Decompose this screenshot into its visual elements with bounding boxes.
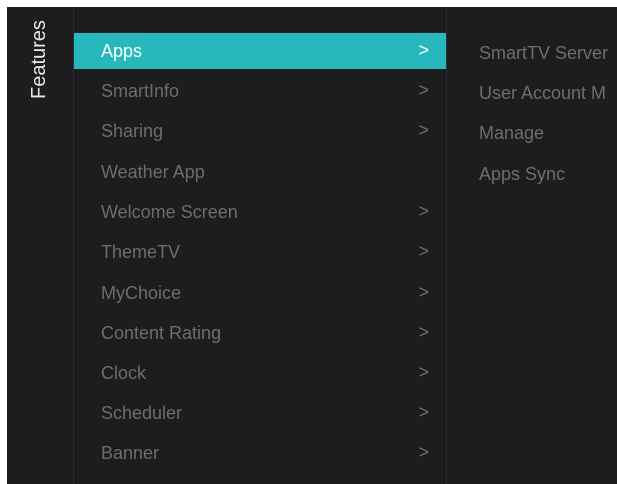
menu-item-label: Clock (101, 363, 147, 383)
menu-item-banner[interactable]: Banner > (74, 435, 446, 471)
menu-item-apps[interactable]: Apps > (74, 33, 446, 69)
menu-item-label: Weather App (101, 162, 205, 182)
menu-item-content-rating[interactable]: Content Rating > (74, 315, 446, 351)
menu-item-welcome-screen[interactable]: Welcome Screen > (74, 194, 446, 230)
menu-item-clock[interactable]: Clock > (74, 355, 446, 391)
chevron-right-icon: > (418, 362, 429, 382)
sidebar-title: Features (28, 20, 50, 99)
chevron-right-icon: > (418, 201, 429, 221)
chevron-right-icon: > (418, 282, 429, 302)
tv-settings-screen: Features Apps > SmartInfo > Sharing > We… (7, 7, 617, 484)
chevron-right-icon: > (418, 241, 429, 261)
menu-item-label: Apps (101, 41, 143, 61)
submenu-item-user-account[interactable]: User Account M (479, 83, 606, 104)
chevron-right-icon: > (418, 322, 429, 342)
menu-item-label: Scheduler (101, 403, 183, 423)
apps-submenu: SmartTV Server User Account M Manage App… (447, 7, 617, 484)
chevron-right-icon: > (418, 40, 429, 60)
submenu-item-apps-sync[interactable]: Apps Sync (479, 164, 565, 185)
menu-item-sharing[interactable]: Sharing > (74, 113, 446, 149)
menu-item-label: ThemeTV (101, 242, 181, 262)
menu-item-label: Banner (101, 443, 160, 463)
menu-item-mychoice[interactable]: MyChoice > (74, 275, 446, 311)
menu-item-label: Sharing (101, 121, 164, 141)
chevron-right-icon: > (418, 402, 429, 422)
features-menu: Apps > SmartInfo > Sharing > Weather App… (74, 7, 446, 484)
chevron-right-icon: > (418, 120, 429, 140)
sidebar: Features (7, 7, 73, 484)
menu-item-label: Content Rating (101, 323, 222, 343)
submenu-item-manage[interactable]: Manage (479, 123, 544, 144)
submenu-item-smarttv-server[interactable]: SmartTV Server (479, 43, 608, 64)
menu-item-weather-app[interactable]: Weather App (74, 154, 446, 190)
chevron-right-icon: > (418, 80, 429, 100)
menu-item-label: SmartInfo (101, 81, 180, 101)
menu-item-scheduler[interactable]: Scheduler > (74, 395, 446, 431)
menu-item-label: Welcome Screen (101, 202, 238, 222)
menu-item-smartinfo[interactable]: SmartInfo > (74, 73, 446, 109)
menu-item-themetv[interactable]: ThemeTV > (74, 234, 446, 270)
menu-item-label: MyChoice (101, 283, 182, 303)
chevron-right-icon: > (418, 442, 429, 462)
